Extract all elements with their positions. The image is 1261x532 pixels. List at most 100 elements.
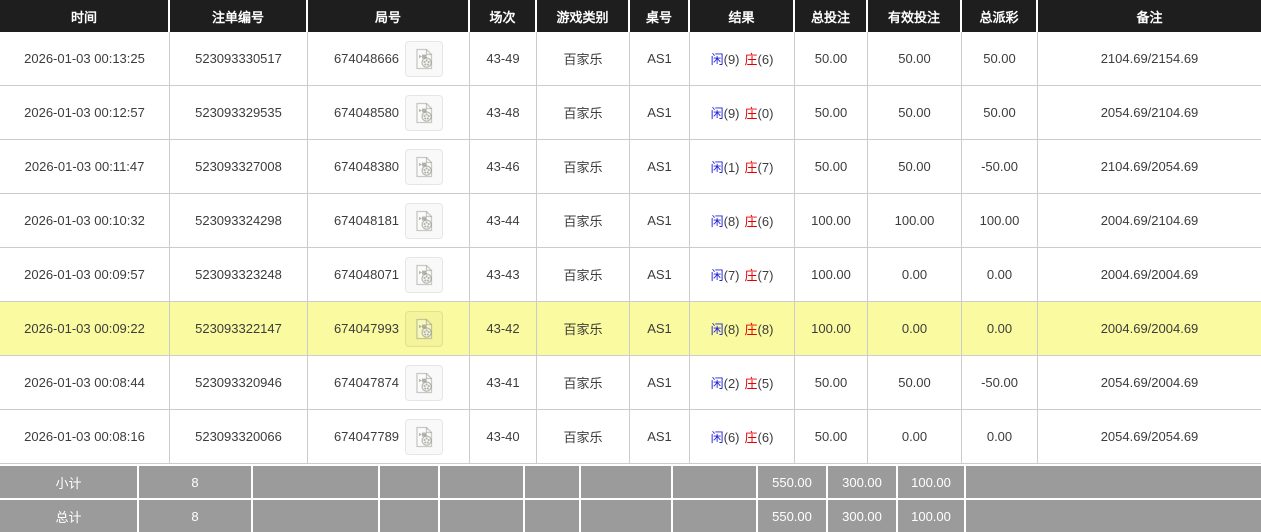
banker-result-score: (6) xyxy=(757,52,774,67)
video-file-icon xyxy=(412,425,436,449)
video-replay-button[interactable] xyxy=(405,202,444,239)
table-row[interactable]: 2026-01-03 00:08:44 523093320946 6740478… xyxy=(0,356,1261,410)
remark-cell: 2004.69/2004.69 xyxy=(1038,302,1261,356)
round-number: 674048580 xyxy=(333,105,400,120)
round-cell: 674048071 xyxy=(308,248,470,302)
total-bet-cell: 50.00 xyxy=(795,32,868,86)
header-total-bet: 总投注 xyxy=(795,0,868,32)
result-cell: 闲(8) 庄(6) xyxy=(690,194,795,248)
grand-total-valid-bet: 300.00 xyxy=(828,498,898,532)
header-time: 时间 xyxy=(0,0,170,32)
grand-total-label: 总计 xyxy=(0,498,139,532)
video-replay-button[interactable] xyxy=(405,148,444,185)
remark-cell: 2054.69/2004.69 xyxy=(1038,356,1261,410)
time-cell: 2026-01-03 00:12:57 xyxy=(0,86,170,140)
subtotal-total-bet: 550.00 xyxy=(758,464,828,498)
table-no-cell: AS1 xyxy=(630,248,690,302)
session-cell: 43-44 xyxy=(470,194,537,248)
valid-bet-cell: 100.00 xyxy=(868,194,962,248)
player-result-score: (8) xyxy=(723,322,740,337)
player-result-label: 闲 xyxy=(710,376,724,391)
remark-cell: 2004.69/2104.69 xyxy=(1038,194,1261,248)
video-replay-button[interactable] xyxy=(405,40,444,77)
payout-cell: 50.00 xyxy=(962,32,1038,86)
game-type-cell: 百家乐 xyxy=(537,86,630,140)
table-no-cell: AS1 xyxy=(630,32,690,86)
result-cell: 闲(7) 庄(7) xyxy=(690,248,795,302)
banker-result-score: (7) xyxy=(757,160,774,175)
video-replay-button[interactable] xyxy=(405,310,444,347)
player-result-label: 闲 xyxy=(710,430,724,445)
player-result-score: (2) xyxy=(723,376,740,391)
time-cell: 2026-01-03 00:10:32 xyxy=(0,194,170,248)
result-cell: 闲(1) 庄(7) xyxy=(690,140,795,194)
game-type-cell: 百家乐 xyxy=(537,32,630,86)
payout-cell: 0.00 xyxy=(962,410,1038,464)
table-row[interactable]: 2026-01-03 00:11:47 523093327008 6740483… xyxy=(0,140,1261,194)
time-cell: 2026-01-03 00:08:16 xyxy=(0,410,170,464)
table-row[interactable]: 2026-01-03 00:10:32 523093324298 6740481… xyxy=(0,194,1261,248)
session-cell: 43-42 xyxy=(470,302,537,356)
player-result-label: 闲 xyxy=(710,268,724,283)
video-replay-button[interactable] xyxy=(405,94,444,131)
game-type-cell: 百家乐 xyxy=(537,302,630,356)
bet-id-cell: 523093327008 xyxy=(170,140,308,194)
bet-id-cell: 523093320066 xyxy=(170,410,308,464)
banker-result-score: (6) xyxy=(757,430,774,445)
payout-cell: 0.00 xyxy=(962,248,1038,302)
video-file-icon xyxy=(412,209,436,233)
video-replay-button[interactable] xyxy=(405,418,444,455)
remark-cell: 2054.69/2104.69 xyxy=(1038,86,1261,140)
subtotal-label: 小计 xyxy=(0,464,139,498)
total-bet-cell: 50.00 xyxy=(795,86,868,140)
bet-id-cell: 523093320946 xyxy=(170,356,308,410)
remark-cell: 2104.69/2154.69 xyxy=(1038,32,1261,86)
player-result-score: (7) xyxy=(723,268,740,283)
game-type-cell: 百家乐 xyxy=(537,194,630,248)
total-bet-cell: 100.00 xyxy=(795,248,868,302)
total-bet-cell: 50.00 xyxy=(795,356,868,410)
table-row[interactable]: 2026-01-03 00:12:57 523093329535 6740485… xyxy=(0,86,1261,140)
session-cell: 43-41 xyxy=(470,356,537,410)
player-result-label: 闲 xyxy=(710,214,724,229)
game-type-cell: 百家乐 xyxy=(537,248,630,302)
subtotal-payout: 100.00 xyxy=(898,464,966,498)
total-bet-cell: 50.00 xyxy=(795,410,868,464)
session-cell: 43-49 xyxy=(470,32,537,86)
banker-result-score: (0) xyxy=(757,106,774,121)
time-cell: 2026-01-03 00:11:47 xyxy=(0,140,170,194)
round-cell: 674048181 xyxy=(308,194,470,248)
round-number: 674047874 xyxy=(333,375,400,390)
banker-result-label: 庄 xyxy=(744,430,758,445)
table-no-cell: AS1 xyxy=(630,194,690,248)
player-result-score: (9) xyxy=(723,106,740,121)
banker-result-label: 庄 xyxy=(744,52,758,67)
player-result-score: (9) xyxy=(723,52,740,67)
header-result: 结果 xyxy=(690,0,795,32)
payout-cell: 100.00 xyxy=(962,194,1038,248)
valid-bet-cell: 50.00 xyxy=(868,356,962,410)
table-row[interactable]: 2026-01-03 00:09:57 523093323248 6740480… xyxy=(0,248,1261,302)
video-replay-button[interactable] xyxy=(405,256,444,293)
table-row[interactable]: 2026-01-03 00:09:22 523093322147 6740479… xyxy=(0,302,1261,356)
session-cell: 43-40 xyxy=(470,410,537,464)
valid-bet-cell: 50.00 xyxy=(868,140,962,194)
bet-id-cell: 523093324298 xyxy=(170,194,308,248)
table-row[interactable]: 2026-01-03 00:13:25 523093330517 6740486… xyxy=(0,32,1261,86)
bet-id-cell: 523093322147 xyxy=(170,302,308,356)
bet-id-cell: 523093330517 xyxy=(170,32,308,86)
video-replay-button[interactable] xyxy=(405,364,444,401)
banker-result-score: (6) xyxy=(757,214,774,229)
round-number: 674047789 xyxy=(333,429,400,444)
table-row[interactable]: 2026-01-03 00:08:16 523093320066 6740477… xyxy=(0,410,1261,464)
payout-cell: 0.00 xyxy=(962,302,1038,356)
total-bet-cell: 100.00 xyxy=(795,194,868,248)
round-cell: 674048580 xyxy=(308,86,470,140)
subtotal-count: 8 xyxy=(139,464,253,498)
banker-result-label: 庄 xyxy=(744,106,758,121)
table-no-cell: AS1 xyxy=(630,86,690,140)
player-result-label: 闲 xyxy=(710,52,724,67)
game-type-cell: 百家乐 xyxy=(537,410,630,464)
video-file-icon xyxy=(412,317,436,341)
game-type-cell: 百家乐 xyxy=(537,140,630,194)
